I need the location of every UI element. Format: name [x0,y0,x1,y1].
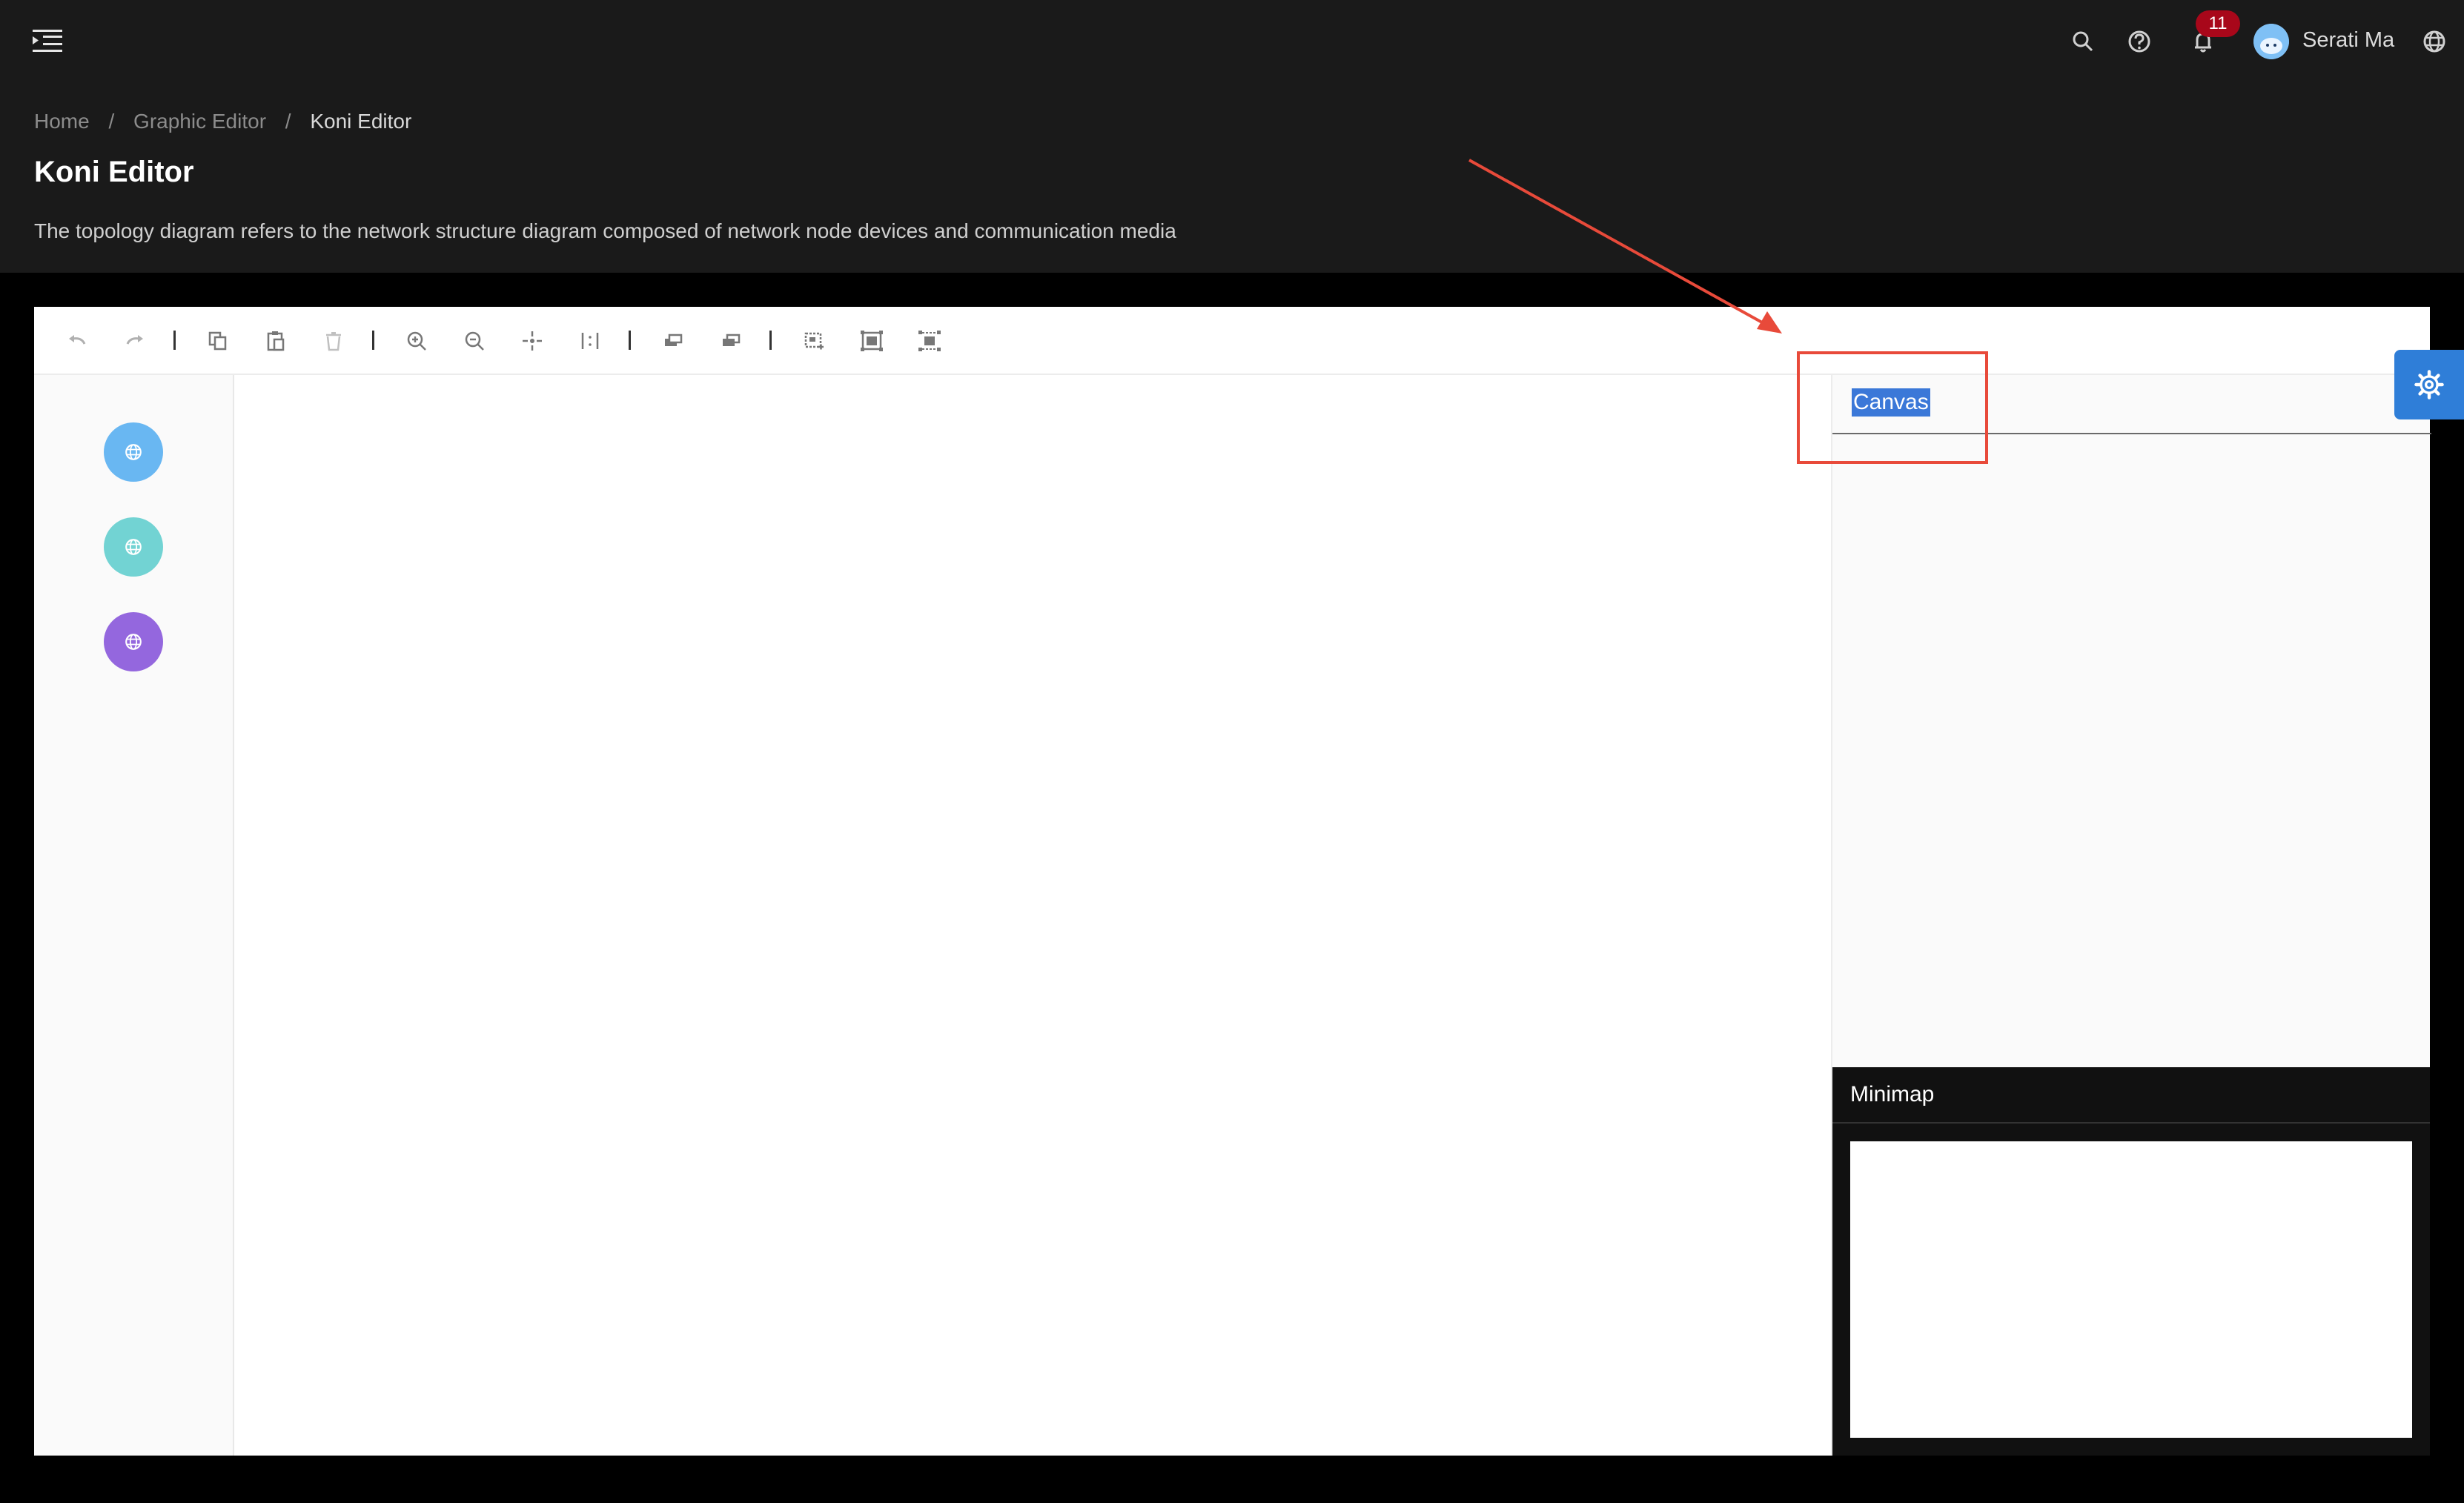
page-title: Koni Editor [34,156,194,188]
toolbar-divider [372,331,374,350]
page-header: Home / Graphic Editor / Koni Editor Koni… [0,83,2464,273]
breadcrumb-graphic-editor[interactable]: Graphic Editor [133,110,266,133]
breadcrumb-home[interactable]: Home [34,110,90,133]
notification-badge[interactable]: 11 [2196,10,2240,37]
globe-icon [125,444,142,460]
menu-fold-icon[interactable] [33,28,62,53]
breadcrumb-current: Koni Editor [310,110,412,133]
toolbar-divider [769,331,772,350]
minimap-header: Minimap [1832,1067,2430,1124]
minimap-title: Minimap [1850,1082,1935,1106]
auto-zoom-icon[interactable] [517,326,547,356]
item-panel [34,375,234,1456]
node-item-teal[interactable] [104,517,163,577]
breadcrumb-separator: / [108,110,115,133]
undo-icon[interactable] [62,326,92,356]
breadcrumb-separator: / [285,110,291,133]
globe-icon [125,539,142,555]
gear-icon [2414,370,2444,399]
page-description: The topology diagram refers to the netwo… [34,219,1176,242]
to-front-icon[interactable] [716,326,746,356]
multi-select-icon[interactable] [799,326,829,356]
zoom-out-icon[interactable] [460,326,489,356]
avatar[interactable] [2253,24,2289,59]
minimap-viewport[interactable] [1850,1141,2412,1438]
minimap-panel: Minimap [1832,1067,2430,1456]
graph-canvas[interactable] [236,375,1829,1456]
toolbar-divider [629,331,631,350]
toolbar-divider [173,331,176,350]
node-item-purple[interactable] [104,612,163,671]
delete-icon[interactable] [319,326,348,356]
settings-button[interactable] [2394,350,2464,419]
ungroup-icon[interactable] [915,326,944,356]
globe-icon [125,634,142,650]
top-header: 11 Serati Ma [0,0,2464,83]
zoom-in-icon[interactable] [402,326,431,356]
node-item-blue[interactable] [104,422,163,482]
reset-zoom-icon[interactable] [575,326,605,356]
redo-icon[interactable] [120,326,150,356]
globe-icon[interactable] [2420,27,2449,56]
breadcrumb: Home / Graphic Editor / Koni Editor [34,110,411,133]
annotation-highlight-box [1797,351,1988,464]
question-icon[interactable] [2124,27,2154,56]
user-name[interactable]: Serati Ma [2302,28,2394,53]
search-icon[interactable] [2068,27,2098,56]
copy-icon[interactable] [203,326,233,356]
koni-editor: Canvas Minimap [34,307,2431,1456]
editor-toolbar [34,307,2430,375]
paste-icon[interactable] [261,326,291,356]
to-back-icon[interactable] [658,326,688,356]
add-group-icon[interactable] [857,326,887,356]
